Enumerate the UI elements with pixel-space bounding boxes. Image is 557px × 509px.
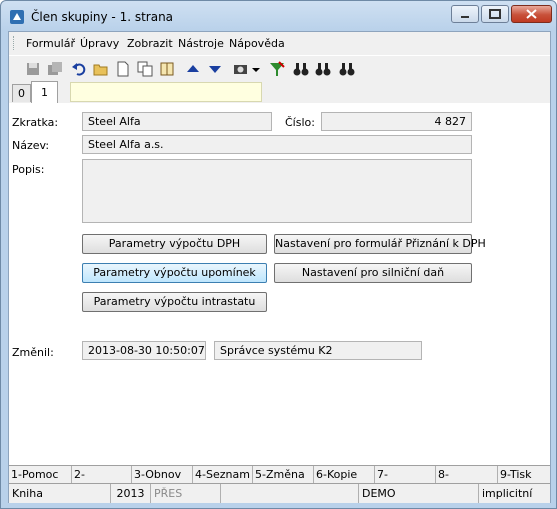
status-view: implicitní	[482, 487, 533, 500]
popis-field[interactable]	[82, 159, 472, 223]
window-title: Člen skupiny - 1. strana	[31, 10, 174, 24]
client-area: Formulář Úpravy Zobrazit Nástroje Nápově…	[8, 31, 551, 503]
zmenil-label: Změnil:	[12, 346, 54, 359]
zmenil-date-field: 2013-08-30 10:50:07	[82, 341, 206, 360]
silnicni-dan-button[interactable]: Nastavení pro silniční daň	[274, 263, 472, 283]
tab-bar: 0 1	[9, 80, 550, 104]
save-all-icon[interactable]	[47, 61, 63, 77]
menu-formular[interactable]: Formulář	[26, 37, 75, 50]
new-document-icon[interactable]	[115, 61, 131, 77]
menu-grip	[13, 36, 17, 50]
open-folder-icon[interactable]	[93, 61, 109, 77]
binoculars-icon[interactable]	[293, 61, 309, 77]
binoculars-prev-icon[interactable]	[339, 61, 355, 77]
cislo-label: Číslo:	[285, 116, 315, 129]
status-year: 2013	[111, 484, 151, 503]
cislo-field[interactable]: 4 827	[321, 112, 472, 131]
zkratka-label: Zkratka:	[12, 116, 59, 129]
fkey-7[interactable]: 7-	[375, 466, 436, 484]
tab-info-strip	[70, 82, 262, 102]
status-bar: Kniha 2013 PŘES DEMO implicitní	[9, 483, 550, 503]
fkey-3-obnov[interactable]: 3-Obnov	[132, 466, 193, 484]
intrastat-params-button[interactable]: Parametry výpočtu intrastatu	[82, 292, 267, 312]
fkey-5-zmena[interactable]: 5-Změna	[253, 466, 314, 484]
status-db: DEMO	[359, 484, 479, 503]
save-icon[interactable]	[25, 61, 41, 77]
form-panel: Zkratka: Steel Alfa Číslo: 4 827 Název: …	[9, 103, 550, 465]
nazev-label: Název:	[12, 139, 50, 152]
fkey-4-seznam[interactable]: 4-Seznam	[193, 466, 253, 484]
nazev-field[interactable]: Steel Alfa a.s.	[82, 135, 472, 154]
title-bar[interactable]: Člen skupiny - 1. strana	[1, 1, 556, 31]
menu-nastroje[interactable]: Nástroje	[178, 37, 224, 50]
status-mode: PŘES	[151, 484, 221, 503]
menu-zobrazit[interactable]: Zobrazit	[127, 37, 173, 50]
fkey-8[interactable]: 8-	[436, 466, 498, 484]
zkratka-field[interactable]: Steel Alfa	[82, 112, 272, 131]
toolbar	[9, 55, 550, 80]
fkey-1-pomoc[interactable]: 1-Pomoc	[9, 466, 72, 484]
menu-napoveda[interactable]: Nápověda	[229, 37, 285, 50]
zmenil-user-field: Správce systému K2	[214, 341, 422, 360]
arrow-down-icon[interactable]	[207, 61, 223, 77]
book-icon[interactable]	[159, 61, 175, 77]
popis-label: Popis:	[12, 163, 45, 176]
dph-params-button[interactable]: Parametry výpočtu DPH	[82, 234, 267, 254]
upominky-params-button[interactable]: Parametry výpočtu upomínek	[82, 263, 267, 283]
maximize-icon	[489, 9, 501, 19]
function-key-bar: 1-Pomoc 2- 3-Obnov 4-Seznam 5-Změna 6-Ko…	[9, 465, 550, 484]
minimize-icon	[461, 16, 469, 18]
minimize-button[interactable]	[451, 5, 479, 23]
menu-bar: Formulář Úpravy Zobrazit Nástroje Nápově…	[9, 32, 550, 54]
status-book: Kniha	[9, 484, 111, 503]
close-button[interactable]	[511, 5, 552, 23]
binoculars-next-icon[interactable]	[315, 61, 331, 77]
copy-icon[interactable]	[137, 61, 153, 77]
close-icon	[526, 9, 537, 19]
maximize-button[interactable]	[481, 5, 509, 23]
dropdown-arrow-icon[interactable]	[251, 61, 261, 77]
application-window: Člen skupiny - 1. strana Formulář Úpravy…	[0, 0, 557, 509]
app-icon	[10, 10, 24, 24]
tab-1[interactable]: 1	[31, 81, 58, 103]
tab-0[interactable]: 0	[12, 84, 31, 102]
filter-icon[interactable]	[269, 61, 285, 77]
camera-icon[interactable]	[233, 61, 249, 77]
fkey-9-tisk[interactable]: 9-Tisk	[498, 466, 550, 484]
menu-upravy[interactable]: Úpravy	[80, 37, 119, 50]
undo-icon[interactable]	[71, 61, 87, 77]
arrow-up-icon[interactable]	[185, 61, 201, 77]
fkey-6-kopie[interactable]: 6-Kopie	[314, 466, 375, 484]
priznani-dph-button[interactable]: Nastavení pro formulář Přiznání k DPH	[274, 234, 486, 254]
fkey-2[interactable]: 2-	[72, 466, 132, 484]
status-blank-1	[221, 484, 359, 503]
